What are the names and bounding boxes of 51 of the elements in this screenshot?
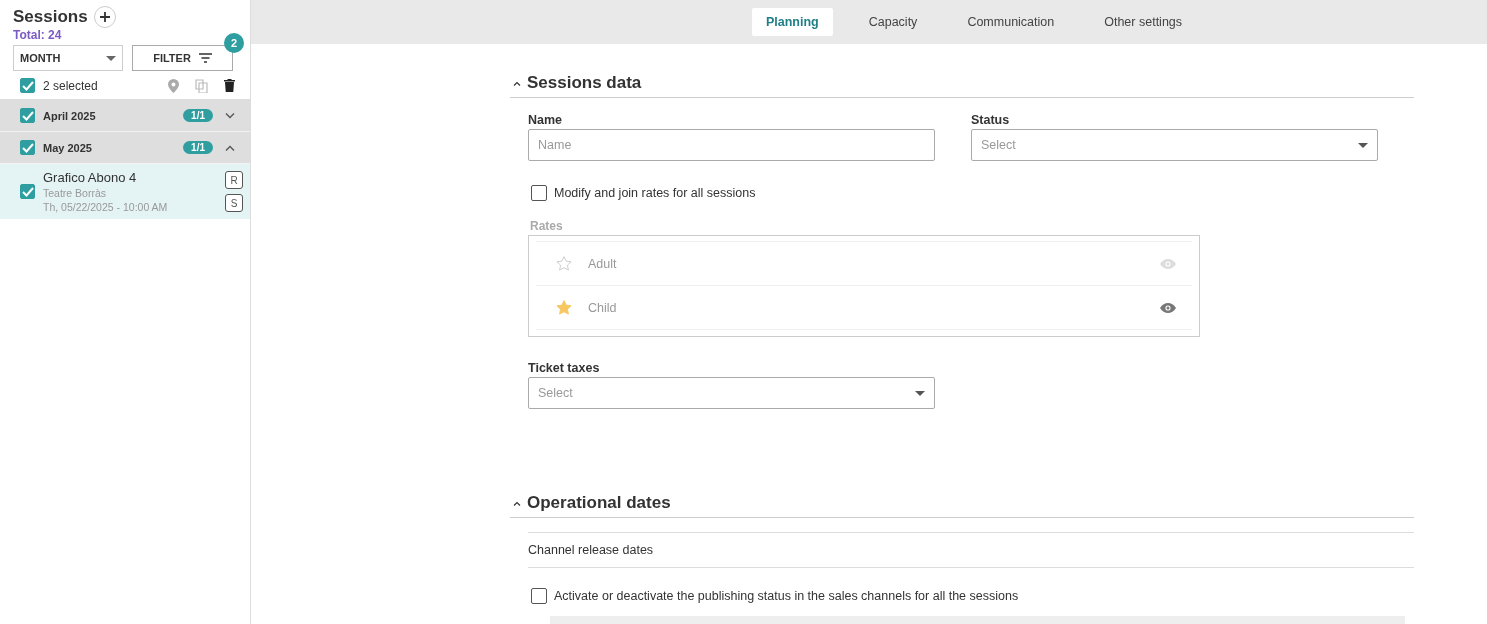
field-label: Status bbox=[971, 113, 1011, 127]
session-venue: Teatre Borràs bbox=[43, 187, 108, 199]
sidebar-title: Sessions bbox=[13, 7, 88, 27]
session-name: Grafico Abono 4 bbox=[43, 170, 138, 185]
view-select[interactable]: MONTH bbox=[13, 45, 123, 71]
trash-icon[interactable] bbox=[224, 79, 235, 92]
section-title: Sessions data bbox=[527, 73, 642, 93]
tab[interactable]: Other settings bbox=[1090, 8, 1197, 36]
session-date: Th, 05/22/2025 - 10:00 AM bbox=[43, 201, 169, 213]
checkbox[interactable] bbox=[531, 185, 547, 201]
rates-label: Rates bbox=[529, 218, 564, 235]
field-label: Ticket taxes bbox=[528, 361, 601, 375]
name-input[interactable]: Name bbox=[528, 129, 935, 161]
select-all-checkbox[interactable] bbox=[20, 78, 35, 93]
field-label: Name bbox=[528, 113, 564, 127]
group-label: April 2025 bbox=[43, 109, 97, 122]
tab[interactable]: Planning bbox=[751, 8, 833, 36]
group-count-badge: 1/1 bbox=[183, 109, 213, 122]
session-tag: S bbox=[225, 194, 243, 212]
dropdown-caret-icon bbox=[915, 390, 925, 396]
dropdown-caret-icon bbox=[1358, 142, 1368, 148]
group-label: May 2025 bbox=[43, 141, 93, 154]
chevron-up-icon[interactable] bbox=[225, 144, 235, 151]
tab[interactable]: Capacity bbox=[854, 8, 932, 36]
chevron-up-icon[interactable] bbox=[513, 500, 521, 506]
location-pin-icon[interactable] bbox=[168, 78, 179, 93]
chevron-down-icon[interactable] bbox=[225, 112, 235, 119]
group-checkbox[interactable] bbox=[20, 140, 35, 155]
checkbox-label: Activate or deactivate the publishing status in the sales channels for all the sessions bbox=[554, 589, 1019, 603]
filter-icon bbox=[198, 53, 212, 63]
chevron-up-icon[interactable] bbox=[513, 80, 521, 86]
rate-name: Adult bbox=[588, 256, 618, 271]
plus-icon bbox=[98, 11, 111, 23]
month-group-header[interactable]: April 2025 1/1 bbox=[0, 100, 250, 132]
selection-count: 2 selected bbox=[43, 78, 98, 93]
checkbox-label: Modify and join rates for all sessions bbox=[554, 186, 756, 200]
filter-count-badge: 2 bbox=[224, 33, 244, 53]
rate-name: Child bbox=[588, 300, 618, 315]
tab[interactable]: Communication bbox=[953, 8, 1069, 36]
dropdown-caret-icon bbox=[106, 55, 116, 61]
section-title: Operational dates bbox=[527, 493, 671, 513]
month-group-header[interactable]: May 2025 1/1 bbox=[0, 132, 250, 164]
subsection-title: Channel release dates bbox=[528, 543, 654, 557]
add-button[interactable] bbox=[93, 6, 116, 28]
group-count-badge: 1/1 bbox=[183, 141, 213, 154]
total-count: Total: 24 bbox=[12, 28, 63, 42]
group-checkbox[interactable] bbox=[20, 108, 35, 123]
session-item[interactable]: Grafico Abono 4 Teatre Borràs Th, 05/22/2025 - 10:00 AM R S bbox=[0, 164, 250, 219]
checkbox[interactable] bbox=[531, 588, 547, 604]
session-checkbox[interactable] bbox=[20, 184, 35, 199]
session-tag: R bbox=[225, 171, 243, 189]
